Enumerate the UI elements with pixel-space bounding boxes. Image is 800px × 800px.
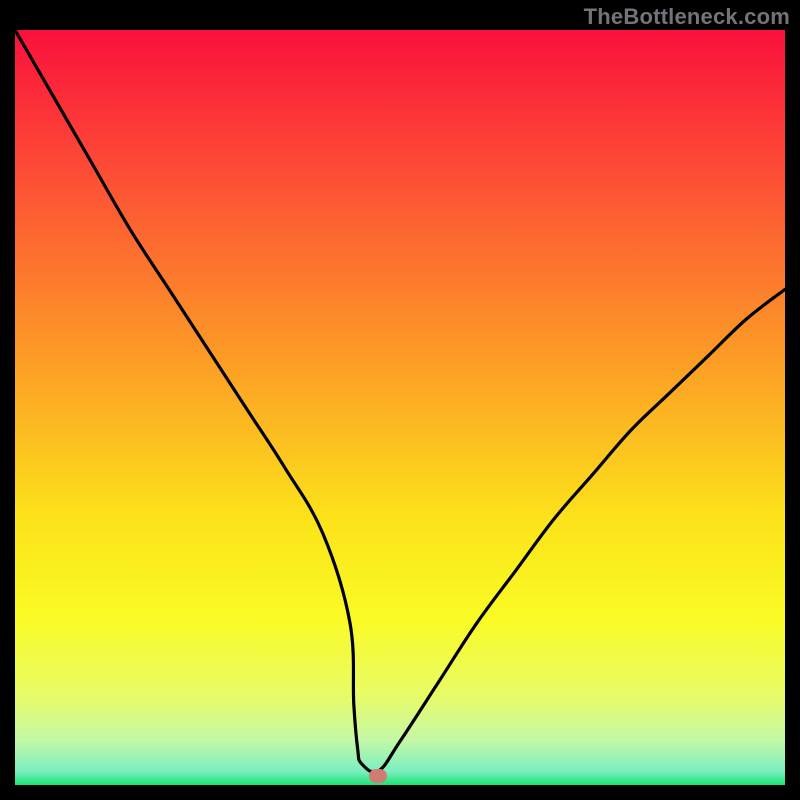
plot-area: [15, 30, 785, 785]
minimum-marker: [369, 769, 387, 783]
watermark-text: TheBottleneck.com: [584, 4, 790, 30]
bottleneck-curve: [15, 30, 785, 785]
chart-frame: TheBottleneck.com: [0, 0, 800, 800]
